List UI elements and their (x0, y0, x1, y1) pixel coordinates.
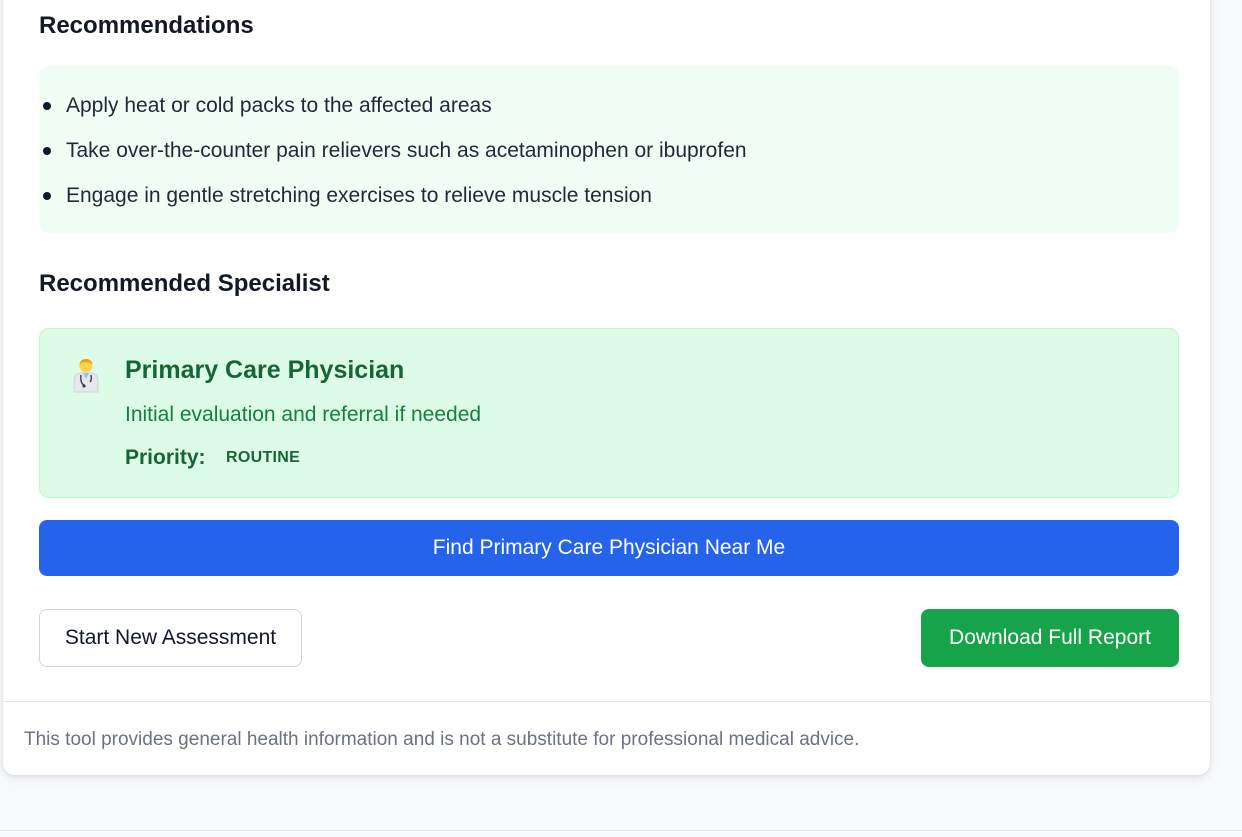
recommendation-item: Apply heat or cold packs to the affected… (43, 86, 1179, 131)
disclaimer-text: This tool provides general health inform… (24, 729, 860, 750)
specialist-heading: Recommended Specialist (39, 270, 330, 297)
results-card: Recommendations Apply heat or cold packs… (3, 0, 1210, 775)
recommendations-list: Apply heat or cold packs to the affected… (39, 66, 1179, 221)
bullet-icon (43, 192, 51, 200)
specialist-description: Initial evaluation and referral if neede… (125, 403, 482, 426)
recommendations-panel: Apply heat or cold packs to the affected… (39, 66, 1179, 233)
priority-badge: ROUTINE (226, 449, 301, 466)
specialist-name: Primary Care Physician (125, 356, 405, 384)
specialist-card: Primary Care Physician Initial evaluatio… (39, 328, 1179, 498)
download-report-button[interactable]: Download Full Report (921, 609, 1179, 667)
bullet-icon (43, 147, 51, 155)
footer-divider (3, 701, 1210, 702)
find-specialist-button[interactable]: Find Primary Care Physician Near Me (39, 520, 1179, 576)
page-bottom-border (0, 830, 1242, 831)
recommendations-heading: Recommendations (39, 12, 254, 39)
bullet-icon (43, 102, 51, 110)
priority-label: Priority: (125, 446, 206, 469)
recommendation-item: Engage in gentle stretching exercises to… (43, 176, 1179, 221)
doctor-icon (71, 357, 101, 393)
recommendation-item: Take over-the-counter pain relievers suc… (43, 131, 1179, 176)
start-new-assessment-button[interactable]: Start New Assessment (39, 609, 302, 667)
